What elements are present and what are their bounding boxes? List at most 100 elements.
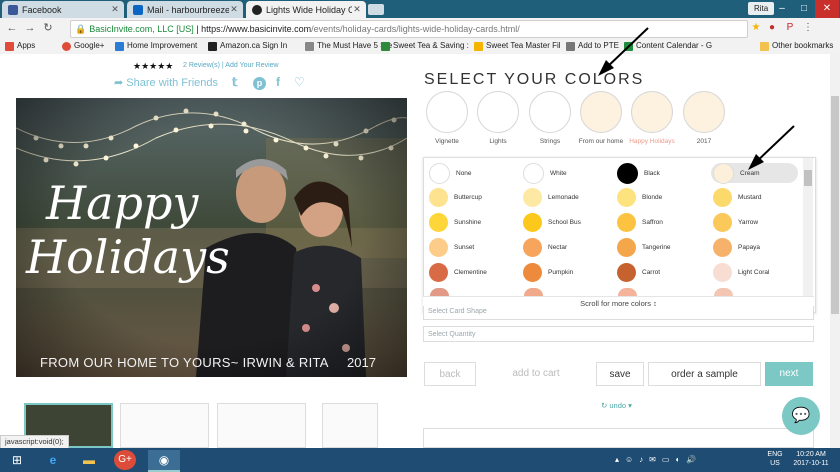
chat-icon[interactable]: 💬 — [782, 397, 820, 435]
new-tab-button[interactable] — [368, 4, 384, 15]
drive-icon — [474, 41, 483, 51]
back-button[interactable]: back — [424, 362, 476, 386]
card-preview[interactable]: Happy Holidays FROM OUR HOME TO YOURS~ I… — [16, 98, 407, 377]
card-happy-text: Happy — [46, 176, 199, 230]
reviews-link[interactable]: 2 Review(s) — [183, 62, 220, 69]
forward-icon[interactable]: → — [22, 20, 38, 36]
clock[interactable]: 10:20 AM 2017-10-11 — [788, 450, 834, 468]
share-with-friends[interactable]: ➦ Share with Friends — [114, 76, 218, 89]
select-card-shape[interactable]: Select Card Shape — [423, 306, 814, 320]
swatch-label-happy-holidays: Happy Holidays — [629, 138, 675, 145]
pinterest-extension-icon[interactable]: P — [784, 22, 796, 34]
back-icon[interactable]: ← — [4, 20, 20, 36]
annotation-arrow — [598, 27, 649, 76]
swatch-happy-holidays[interactable] — [631, 91, 673, 133]
color-option-blonde[interactable]: Blonde — [617, 188, 662, 207]
color-option-pumpkin[interactable]: Pumpkin — [523, 263, 573, 282]
swatch-label-2017: 2017 — [696, 138, 712, 145]
tab-basicinvite[interactable]: Lights Wide Holiday Card ✕ — [246, 1, 366, 18]
next-section — [423, 428, 814, 448]
close-tab-icon[interactable]: ✕ — [352, 4, 362, 15]
rating-stars: ★★★★★ — [133, 61, 174, 71]
save-button[interactable]: save — [596, 362, 644, 386]
tab-mail[interactable]: Mail - harbourbreeze@h ✕ — [127, 1, 243, 18]
extension-icon[interactable]: ● — [766, 22, 778, 34]
add-review-link[interactable]: Add Your Review — [225, 62, 278, 69]
color-option-buttercup[interactable]: Buttercup — [429, 188, 482, 207]
pinterest-icon[interactable]: p — [253, 77, 266, 90]
chrome-taskbar-icon[interactable]: ◉ — [148, 450, 180, 472]
facebook-icon[interactable]: f — [276, 75, 280, 89]
swatch-lights[interactable] — [477, 91, 519, 133]
tab-strip — [0, 0, 840, 18]
home-icon — [115, 41, 124, 51]
color-option-carrot[interactable]: Carrot — [617, 263, 660, 282]
language-indicator[interactable]: ENG US — [765, 450, 785, 468]
color-option-school-bus[interactable]: School Bus — [523, 213, 581, 232]
mail-icon — [133, 4, 143, 15]
color-option-saffron[interactable]: Saffron — [617, 213, 663, 232]
bookmark-sweet-tea[interactable]: Sweet Tea & Saving : — [381, 40, 469, 52]
lock-icon: 🔒 — [75, 24, 87, 34]
basicinvite-icon — [252, 4, 262, 15]
system-tray-icons[interactable]: ▴☺♪✉▭◐🔊 — [615, 455, 755, 467]
thumbnail-extra[interactable] — [322, 403, 378, 448]
next-button[interactable]: next — [765, 362, 813, 386]
bookmark-apps[interactable]: Apps — [5, 40, 35, 52]
sheets-icon — [381, 41, 390, 51]
windows-start-icon[interactable]: ⊞ — [4, 450, 30, 470]
color-option-yarrow[interactable]: Yarrow — [713, 213, 758, 232]
reload-icon[interactable]: ↻ — [40, 20, 56, 36]
bookmark-sweet-tea-master[interactable]: Sweet Tea Master Fil — [474, 40, 561, 52]
color-option-mustard[interactable]: Mustard — [713, 188, 761, 207]
add-to-cart-button[interactable]: add to cart — [482, 362, 590, 386]
color-option-partial — [430, 288, 449, 296]
facebook-icon — [8, 4, 18, 15]
color-option-none[interactable]: None — [429, 163, 472, 184]
color-option-nectar[interactable]: Nectar — [523, 238, 567, 257]
file-explorer-icon[interactable]: ▬ — [76, 450, 102, 470]
tab-facebook[interactable]: Facebook ✕ — [2, 1, 124, 18]
color-option-black[interactable]: Black — [617, 163, 660, 184]
bookmark-googleplus[interactable]: Google+ — [62, 40, 104, 52]
reviews-links: 2 Review(s) | Add Your Review — [183, 62, 279, 69]
thumbnail-back[interactable] — [120, 403, 209, 448]
maximize-button[interactable]: □ — [792, 0, 816, 18]
swatch-strings[interactable] — [529, 91, 571, 133]
color-option-light-coral[interactable]: Light Coral — [713, 263, 769, 282]
select-quantity[interactable]: Select Quantity — [423, 326, 814, 342]
color-option-lemonade[interactable]: Lemonade — [523, 188, 579, 207]
card-year-text: 2017 — [347, 355, 376, 370]
thumbnail-envelope[interactable] — [217, 403, 306, 448]
swatch-2017[interactable] — [683, 91, 725, 133]
bookmark-star-icon[interactable]: ★ — [750, 22, 762, 34]
twitter-icon[interactable]: 𝕥 — [232, 75, 238, 89]
close-tab-icon[interactable]: ✕ — [110, 4, 120, 15]
close-window-button[interactable]: ✕ — [815, 0, 839, 18]
color-option-tangerine[interactable]: Tangerine — [617, 238, 671, 257]
minimize-button[interactable]: – — [770, 0, 794, 18]
googleplus-taskbar-icon[interactable]: G+ — [114, 450, 136, 470]
undo-button[interactable]: ↻ undo ▾ — [601, 401, 632, 410]
color-option-white[interactable]: White — [523, 163, 567, 184]
page-scrollbar-thumb[interactable] — [831, 96, 839, 314]
swatch-label-vignette: Vignette — [435, 138, 459, 145]
color-list-scrollbar-thumb[interactable] — [804, 170, 812, 186]
menu-icon[interactable]: ⋮ — [802, 22, 814, 34]
bookmark-other[interactable]: Other bookmarks — [760, 40, 833, 52]
close-tab-icon[interactable]: ✕ — [229, 4, 239, 15]
color-option-sunshine[interactable]: Sunshine — [429, 213, 481, 232]
bookmark-amazon[interactable]: Amazon.ca Sign In — [208, 40, 287, 52]
internet-explorer-icon[interactable]: e — [40, 450, 66, 470]
order-sample-button[interactable]: order a sample — [648, 362, 761, 386]
color-option-partial — [618, 288, 637, 296]
swatch-from-our-home[interactable] — [580, 91, 622, 133]
bookmark-must-have[interactable]: The Must Have 5 Ste — [305, 40, 392, 52]
swatch-vignette[interactable] — [426, 91, 468, 133]
color-option-papaya[interactable]: Papaya — [713, 238, 760, 257]
folder-icon — [760, 41, 769, 51]
bookmark-home-improvement[interactable]: Home Improvement — [115, 40, 197, 52]
color-option-clementine[interactable]: Clementine — [429, 263, 487, 282]
color-option-sunset[interactable]: Sunset — [429, 238, 474, 257]
heart-icon[interactable]: ♡ — [294, 75, 305, 89]
